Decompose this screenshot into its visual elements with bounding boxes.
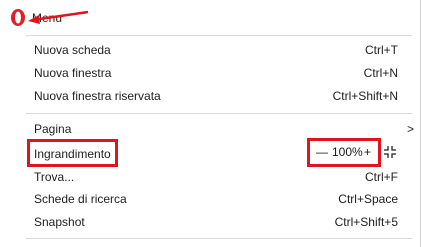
menu-item-new-tab[interactable]: Nuova scheda Ctrl+T	[26, 40, 404, 60]
menu-item-shortcut: Ctrl+Shift+5	[334, 215, 398, 229]
zoom-label-highlight	[27, 139, 118, 167]
menu-item-label: Trova...	[34, 170, 75, 184]
menu-divider	[26, 238, 412, 239]
menu-divider	[26, 35, 412, 36]
menu-item-search-tabs[interactable]: Schede di ricerca Ctrl+Space	[26, 189, 404, 209]
fullscreen-exit-icon[interactable]	[384, 146, 396, 158]
menu-header[interactable]: Menu	[0, 0, 420, 34]
opera-logo-icon	[11, 9, 25, 26]
menu-item-private-window[interactable]: Nuova finestra riservata Ctrl+Shift+N	[26, 86, 404, 106]
menu-item-shortcut: Ctrl+Space	[338, 192, 398, 206]
opera-main-menu: Menu Nuova scheda Ctrl+T Nuova finestra …	[0, 0, 421, 247]
chevron-right-icon: >	[406, 122, 414, 136]
menu-item-label: Nuova scheda	[34, 43, 111, 57]
menu-item-label: Schede di ricerca	[34, 192, 127, 206]
menu-item-snapshot[interactable]: Snapshot Ctrl+Shift+5	[26, 212, 404, 232]
menu-item-shortcut: Ctrl+N	[363, 66, 398, 80]
menu-item-shortcut: Ctrl+Shift+N	[332, 89, 398, 103]
menu-item-label: Nuova finestra	[34, 66, 112, 80]
menu-divider	[26, 113, 412, 114]
menu-item-new-window[interactable]: Nuova finestra Ctrl+N	[26, 63, 404, 83]
menu-item-label: Snapshot	[34, 215, 85, 229]
menu-item-label: Pagina	[34, 122, 72, 136]
menu-item-shortcut: Ctrl+F	[365, 170, 398, 184]
menu-title: Menu	[32, 11, 63, 25]
menu-item-find[interactable]: Trova... Ctrl+F	[26, 167, 404, 187]
menu-item-shortcut: Ctrl+T	[365, 43, 398, 57]
zoom-controls-highlight	[307, 138, 381, 167]
menu-item-label: Nuova finestra riservata	[34, 89, 161, 103]
menu-item-page[interactable]: Pagina >	[26, 119, 414, 139]
